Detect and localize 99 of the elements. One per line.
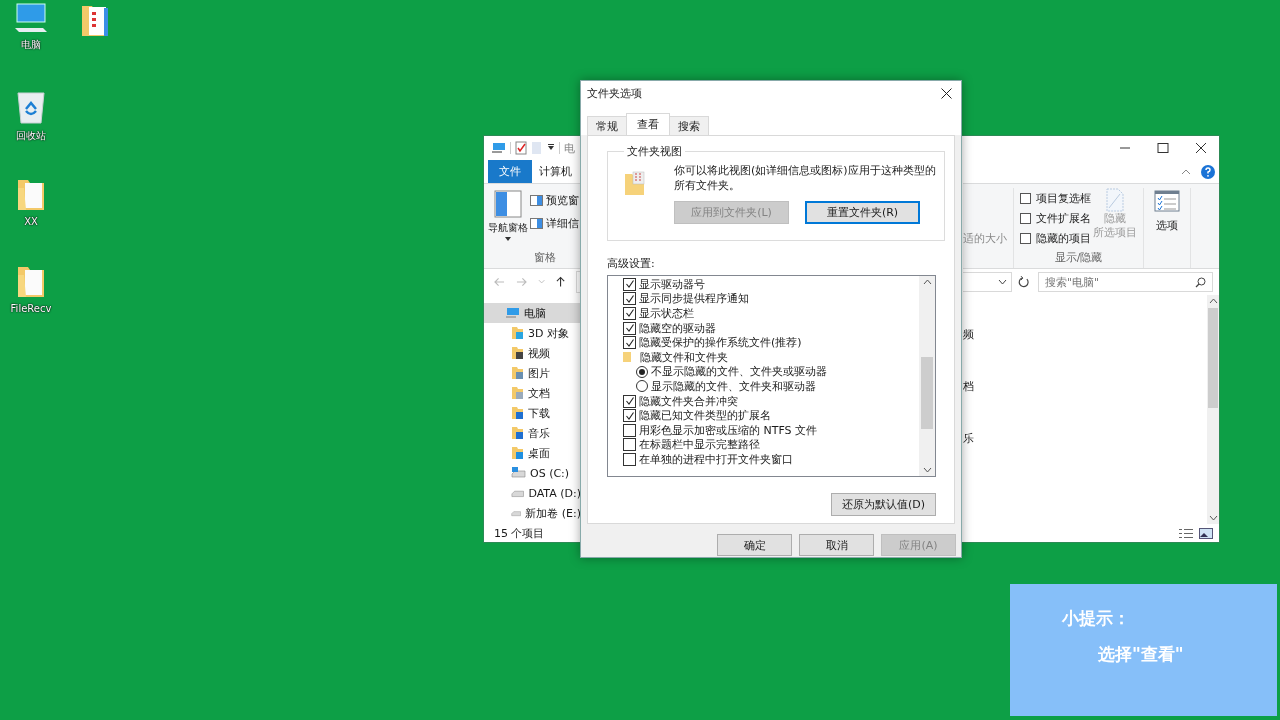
tip-text: 选择"查看"	[1098, 643, 1185, 666]
dialog-button[interactable]: 确定	[717, 534, 792, 556]
chevron-down-icon[interactable]	[998, 279, 1008, 285]
checkbox[interactable]	[623, 438, 636, 452]
setting-label[interactable]: 显示状态栏	[639, 306, 694, 321]
item-label[interactable]: 档	[963, 379, 1207, 394]
tree-item[interactable]: 图片	[484, 363, 581, 383]
setting-label[interactable]: 隐藏空的驱动器	[639, 320, 716, 336]
properties-icon[interactable]	[515, 141, 527, 155]
ribbon-tab[interactable]: 计算机	[532, 160, 572, 183]
hide-icon	[1105, 188, 1125, 212]
file-menu-tab[interactable]: 文件	[488, 160, 532, 183]
setting-group-label: 隐藏文件和文件夹	[640, 349, 728, 365]
checkbox[interactable]	[1020, 213, 1031, 224]
scroll-down-icon[interactable]	[922, 467, 932, 473]
search-icon[interactable]	[1195, 277, 1206, 288]
checkbox-label[interactable]: 文件扩展名	[1036, 211, 1091, 226]
radio-button[interactable]	[636, 380, 648, 393]
pane-button[interactable]: 详细信	[530, 216, 579, 231]
setting-label[interactable]: 显示隐藏的文件、文件夹和驱动器	[651, 378, 816, 394]
options-button[interactable]: 选项	[1150, 188, 1184, 235]
caret-icon	[505, 237, 511, 241]
maximize-icon[interactable]	[1157, 143, 1169, 153]
pane-button[interactable]: 预览窗	[530, 193, 579, 208]
checkbox[interactable]	[623, 321, 636, 335]
close-icon[interactable]	[1195, 143, 1207, 153]
description-text: 你可以将此视图(如详细信息或图标)应用于这种类型的所有文件夹。	[674, 163, 936, 193]
scrollbar[interactable]	[919, 276, 935, 476]
checkbox[interactable]	[623, 409, 636, 423]
folder-view-button[interactable]: 重置文件夹(R)	[805, 201, 920, 224]
item-label[interactable]: 乐	[963, 431, 1207, 446]
section-label: 高级设置:	[607, 256, 656, 271]
scrollbar[interactable]	[1207, 295, 1219, 524]
drive-icon	[511, 467, 526, 479]
computer-icon[interactable]	[13, 2, 49, 34]
group-label: 窗格	[533, 250, 557, 266]
tree-item[interactable]: 新加卷 (E:)	[484, 503, 581, 523]
checkbox-label[interactable]: 隐藏的项目	[1036, 231, 1091, 246]
computer-icon[interactable]	[492, 142, 506, 154]
pane-icon	[530, 218, 543, 229]
tree-item[interactable]: 视频	[484, 343, 581, 363]
scroll-up-icon[interactable]	[1208, 298, 1218, 304]
dialog-button[interactable]: 取消	[799, 534, 874, 556]
up-icon[interactable]	[556, 276, 566, 288]
checkbox[interactable]	[623, 452, 636, 466]
navigation-pane-button[interactable]: 导航窗格	[484, 189, 530, 241]
group-title: 文件夹视图	[626, 144, 683, 159]
refresh-icon[interactable]	[1018, 276, 1030, 288]
checkbox-label[interactable]: 项目复选框	[1036, 191, 1091, 206]
setting-label[interactable]: 隐藏已知文件类型的扩展名	[639, 408, 771, 424]
tree-item[interactable]: 3D 对象	[484, 323, 581, 343]
collapse-ribbon-icon[interactable]	[1181, 168, 1191, 175]
tree-item[interactable]: 桌面	[484, 443, 581, 463]
checkbox[interactable]	[1020, 233, 1031, 244]
navigation-pane-icon	[493, 189, 523, 219]
restore-defaults-button[interactable]: 还原为默认值(D)	[831, 493, 936, 516]
dialog-title: 文件夹选项	[587, 85, 642, 101]
recycle-bin-icon[interactable]	[15, 89, 47, 125]
close-icon[interactable]	[941, 87, 952, 99]
checkbox[interactable]	[623, 277, 636, 291]
setting-label[interactable]: 隐藏受保护的操作系统文件(推荐)	[639, 335, 802, 351]
details-view-icon[interactable]	[1179, 527, 1193, 539]
scroll-down-icon[interactable]	[1208, 515, 1218, 521]
search-field[interactable]: 搜索"电脑"	[1038, 272, 1213, 292]
setting-label[interactable]: 显示同步提供程序通知	[639, 291, 749, 307]
computer-icon	[506, 307, 520, 319]
checkbox[interactable]	[623, 423, 636, 437]
setting-label[interactable]: 不显示隐藏的文件、文件夹或驱动器	[651, 364, 827, 380]
checkbox[interactable]	[623, 336, 636, 350]
checkbox[interactable]	[623, 292, 636, 306]
help-icon[interactable]	[1201, 164, 1215, 179]
tree-item[interactable]: OS (C:)	[484, 463, 581, 483]
checkbox[interactable]	[623, 394, 636, 408]
tree-item[interactable]: 文档	[484, 383, 581, 403]
ribbon-label[interactable]: 适的大小	[963, 231, 1007, 246]
radio-button[interactable]	[636, 365, 648, 378]
scroll-up-icon[interactable]	[922, 279, 932, 285]
setting-label[interactable]: 在标题栏中显示完整路径	[639, 437, 760, 453]
setting-label[interactable]: 在单独的进程中打开文件夹窗口	[639, 451, 793, 467]
setting-label[interactable]: 隐藏文件夹合并冲突	[639, 393, 738, 409]
checkbox[interactable]	[623, 307, 636, 320]
tip-title: 小提示：	[1062, 607, 1131, 630]
caret-icon[interactable]	[547, 144, 555, 152]
setting-label[interactable]: 用彩色显示加密或压缩的 NTFS 文件	[639, 422, 818, 438]
tree-item[interactable]: DATA (D:)	[484, 483, 581, 503]
pane-icon	[530, 195, 543, 206]
setting-label[interactable]: 显示驱动器号	[639, 276, 705, 292]
large-icons-view-icon[interactable]	[1199, 527, 1213, 539]
tree-item[interactable]: 电脑	[484, 303, 581, 323]
window-title: 电	[564, 140, 575, 156]
group-label: 显示/隐藏	[1053, 250, 1104, 266]
tree-item[interactable]: 下载	[484, 403, 581, 423]
options-icon	[1154, 190, 1180, 212]
item-label[interactable]: 频	[963, 327, 1207, 342]
tree-item[interactable]: 音乐	[484, 423, 581, 443]
status-text: 15 个项目	[494, 525, 545, 541]
tab[interactable]: 搜索	[669, 116, 709, 135]
checkbox[interactable]	[1020, 193, 1031, 204]
tab[interactable]: 常规	[587, 116, 627, 135]
